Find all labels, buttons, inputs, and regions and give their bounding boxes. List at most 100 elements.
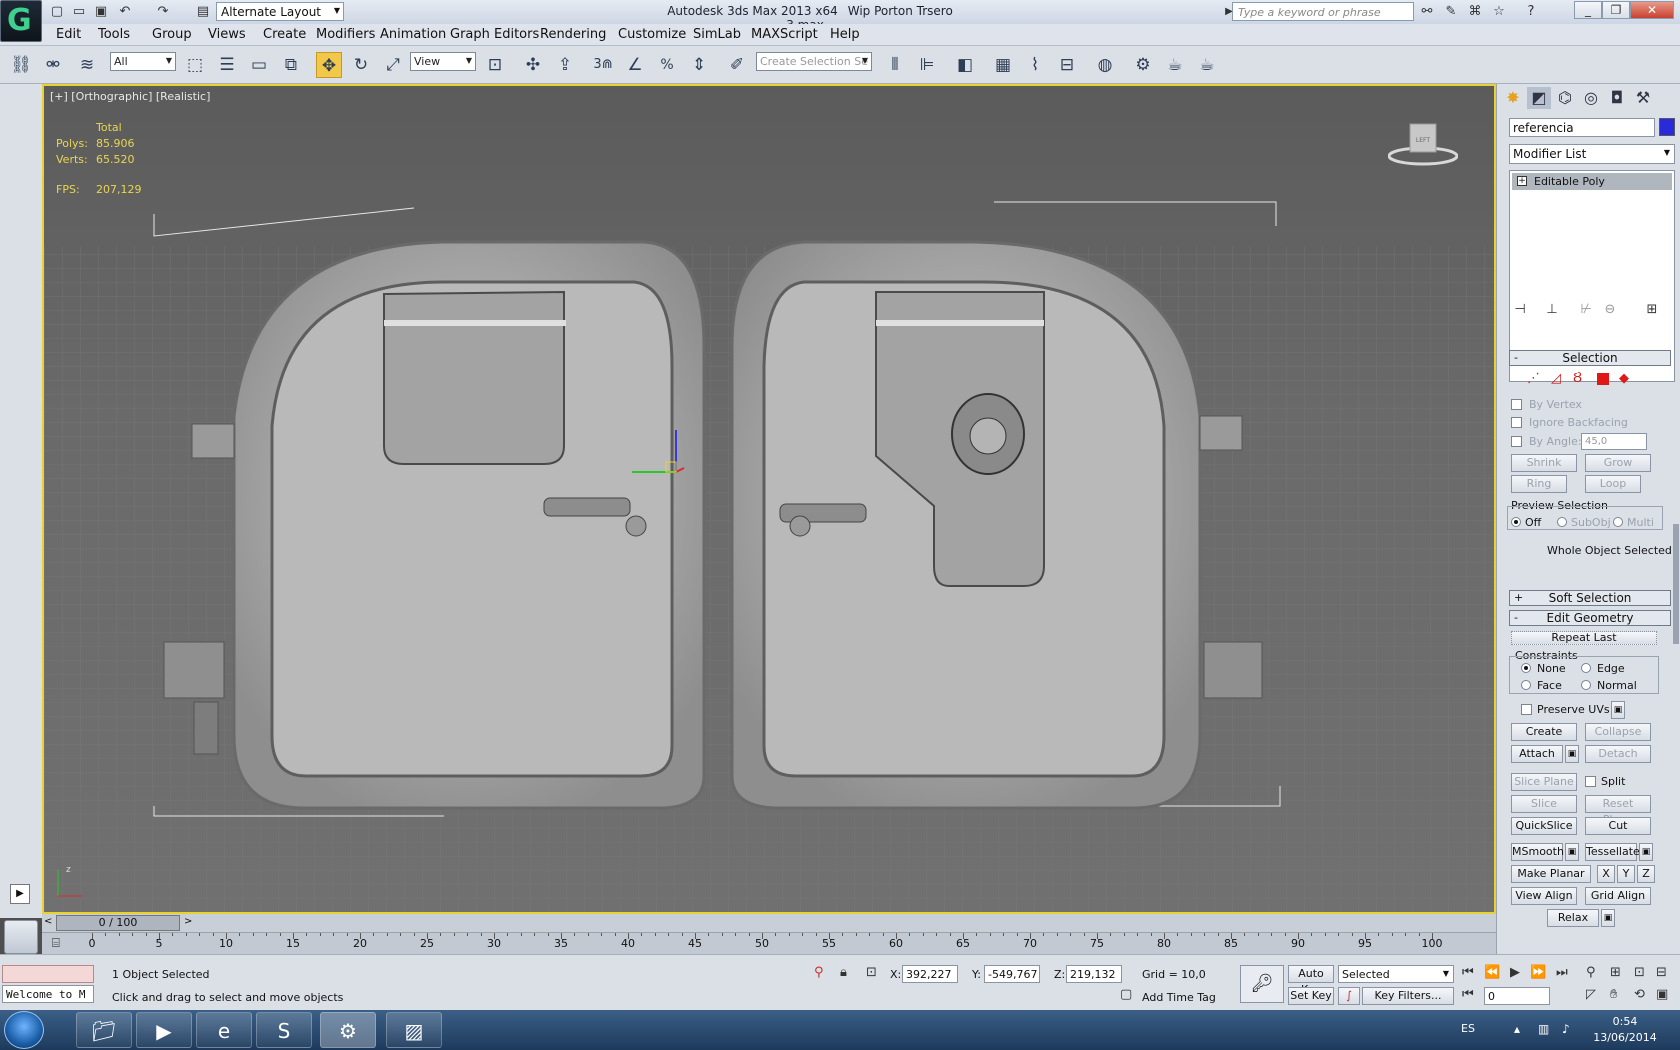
zoom-extents-all-icon[interactable]: ⊟: [1656, 965, 1667, 980]
grow-button[interactable]: Grow: [1585, 454, 1651, 472]
mini-curve-editor-icon[interactable]: ⌸: [52, 936, 60, 951]
mini-listener-icon[interactable]: [4, 920, 38, 954]
mirror-icon[interactable]: ⫴: [882, 52, 908, 78]
save-icon[interactable]: ▣: [92, 3, 110, 20]
system-clock[interactable]: 0:54 13/06/2014: [1590, 1014, 1660, 1046]
x-coordinate-field[interactable]: 392,227: [902, 965, 958, 983]
menu-help[interactable]: Help: [830, 27, 860, 42]
close-button[interactable]: ✕: [1630, 1, 1674, 19]
select-object-icon[interactable]: ⬚: [182, 52, 208, 78]
menu-modifiers[interactable]: Modifiers: [316, 27, 375, 42]
menu-rendering[interactable]: Rendering: [540, 27, 606, 42]
modify-tab-icon[interactable]: ◩: [1527, 87, 1551, 109]
show-end-result-icon[interactable]: ⊥: [1543, 302, 1561, 320]
menu-edit[interactable]: Edit: [56, 27, 81, 42]
media-player-icon[interactable]: ▶: [136, 1012, 192, 1048]
collapse-button[interactable]: Collapse: [1585, 723, 1651, 741]
curve-editor-icon[interactable]: ⌇: [1022, 52, 1048, 78]
relax-settings-icon[interactable]: ▣: [1601, 909, 1615, 927]
project-folder-icon[interactable]: ▤: [194, 3, 212, 20]
lock-selection-icon[interactable]: 🔒︎: [840, 965, 847, 980]
select-scale-icon[interactable]: ⤢: [380, 52, 406, 78]
menu-maxscript[interactable]: MAXScript: [751, 27, 818, 42]
repeat-last-button[interactable]: Repeat Last: [1511, 631, 1657, 645]
menu-simlab[interactable]: SimLab: [693, 27, 741, 42]
bind-spacewarp-icon[interactable]: ≋: [74, 52, 100, 78]
perspective-viewport[interactable]: [+] [Orthographic] [Realistic] Total Pol…: [42, 84, 1496, 914]
internet-explorer-icon[interactable]: e: [196, 1012, 252, 1048]
element-mode-icon[interactable]: ◆: [1619, 371, 1629, 386]
planar-z-button[interactable]: Z: [1637, 865, 1655, 883]
menu-views[interactable]: Views: [208, 27, 246, 42]
time-tag-icon[interactable]: ▢: [1120, 987, 1132, 1002]
edit-named-selection-icon[interactable]: ✐: [724, 52, 750, 78]
maximize-button[interactable]: ❐: [1602, 1, 1630, 19]
selection-rollout-header[interactable]: - Selection: [1509, 350, 1671, 366]
layer-manager-icon[interactable]: ◧: [952, 52, 978, 78]
preview-off-radio[interactable]: [1511, 517, 1521, 527]
set-key-button[interactable]: Set Key: [1288, 987, 1334, 1005]
preview-subobj-radio[interactable]: [1557, 517, 1567, 527]
attach-button[interactable]: Attach: [1511, 745, 1563, 763]
time-prev-icon[interactable]: <: [44, 916, 52, 927]
subscription-icon[interactable]: ✎: [1442, 3, 1460, 20]
graphite-ribbon-icon[interactable]: ▦: [990, 52, 1016, 78]
ring-button[interactable]: Ring: [1511, 475, 1567, 493]
material-editor-icon[interactable]: ◍: [1092, 52, 1118, 78]
constraint-normal-radio[interactable]: [1581, 680, 1591, 690]
rendered-frame-window-icon[interactable]: ☕: [1162, 52, 1188, 78]
photo-viewer-icon[interactable]: ▨: [386, 1012, 442, 1048]
view-align-button[interactable]: View Align: [1511, 887, 1577, 905]
align-icon[interactable]: ⊫: [914, 52, 940, 78]
link-icon[interactable]: ⛓: [8, 52, 34, 78]
redo-icon[interactable]: ↷: [154, 3, 172, 20]
maxscript-mini-listener-top[interactable]: [2, 965, 94, 983]
move-gizmo[interactable]: [618, 422, 688, 482]
slice-plane-button[interactable]: Slice Plane: [1511, 773, 1577, 791]
undo-icon[interactable]: ↶: [116, 3, 134, 20]
grid-align-button[interactable]: Grid Align: [1585, 887, 1651, 905]
default-tangent-icon[interactable]: ∫: [1338, 987, 1360, 1005]
by-vertex-checkbox[interactable]: [1511, 399, 1522, 410]
new-file-icon[interactable]: ▢: [48, 3, 66, 20]
preserve-uvs-checkbox[interactable]: [1521, 704, 1532, 715]
goto-start-icon[interactable]: ⏮: [1462, 965, 1474, 980]
track-bar[interactable]: ⌸ 0 5 10 15 20 25 30 35 40 45 50 55 60 65 70 75 80 85 90 95…: [42, 932, 1496, 954]
tray-show-icon[interactable]: ▴: [1514, 1022, 1520, 1036]
volume-icon[interactable]: ♪: [1562, 1022, 1570, 1036]
render-production-icon[interactable]: ☕: [1194, 52, 1220, 78]
attach-list-icon[interactable]: ▣: [1565, 745, 1579, 763]
stack-item-editable-poly[interactable]: + Editable Poly: [1512, 173, 1672, 190]
snaps-toggle-icon[interactable]: 3⋒: [590, 52, 616, 78]
add-time-tag[interactable]: Add Time Tag: [1142, 991, 1216, 1004]
search-input[interactable]: Type a keyword or phrase: [1232, 2, 1414, 21]
goto-end-icon[interactable]: ⏭: [1556, 965, 1568, 980]
absolute-mode-icon[interactable]: ⊡: [866, 965, 877, 980]
spinner-snap-icon[interactable]: ⇕: [686, 52, 712, 78]
preview-multi-radio[interactable]: [1613, 517, 1623, 527]
motion-tab-icon[interactable]: ◎: [1579, 87, 1603, 109]
render-setup-icon[interactable]: ⚙: [1130, 52, 1156, 78]
pan-view-icon[interactable]: ✋︎: [1610, 987, 1617, 1002]
reference-coordinate-select[interactable]: View ▼: [410, 52, 476, 71]
polygon-mode-icon[interactable]: [1597, 373, 1609, 385]
reset-plane-button[interactable]: Reset Plane: [1585, 795, 1651, 826]
viewcube[interactable]: LEFT: [1387, 122, 1459, 166]
select-by-name-icon[interactable]: ☰: [214, 52, 240, 78]
set-key-mode-icon[interactable]: 🔑︎: [1240, 965, 1284, 1003]
border-mode-icon[interactable]: Ȣ: [1573, 371, 1582, 386]
language-indicator[interactable]: ES: [1461, 1022, 1475, 1035]
time-slider-thumb[interactable]: 0 / 100: [56, 915, 180, 931]
play-mini-icon[interactable]: ▶: [10, 884, 30, 904]
network-icon[interactable]: ▥: [1538, 1022, 1549, 1036]
msmooth-settings-icon[interactable]: ▣: [1565, 843, 1579, 861]
play-icon[interactable]: ▶: [1510, 965, 1520, 980]
ignore-backfacing-checkbox[interactable]: [1511, 417, 1522, 428]
object-name-field[interactable]: referencia: [1509, 118, 1655, 137]
app-menu-button[interactable]: G: [0, 0, 42, 42]
minimize-button[interactable]: _: [1574, 1, 1602, 19]
percent-snap-icon[interactable]: %: [654, 52, 680, 78]
shrink-button[interactable]: Shrink: [1511, 454, 1577, 472]
select-rotate-icon[interactable]: ↻: [348, 52, 374, 78]
rectangular-region-icon[interactable]: ▭: [246, 52, 272, 78]
